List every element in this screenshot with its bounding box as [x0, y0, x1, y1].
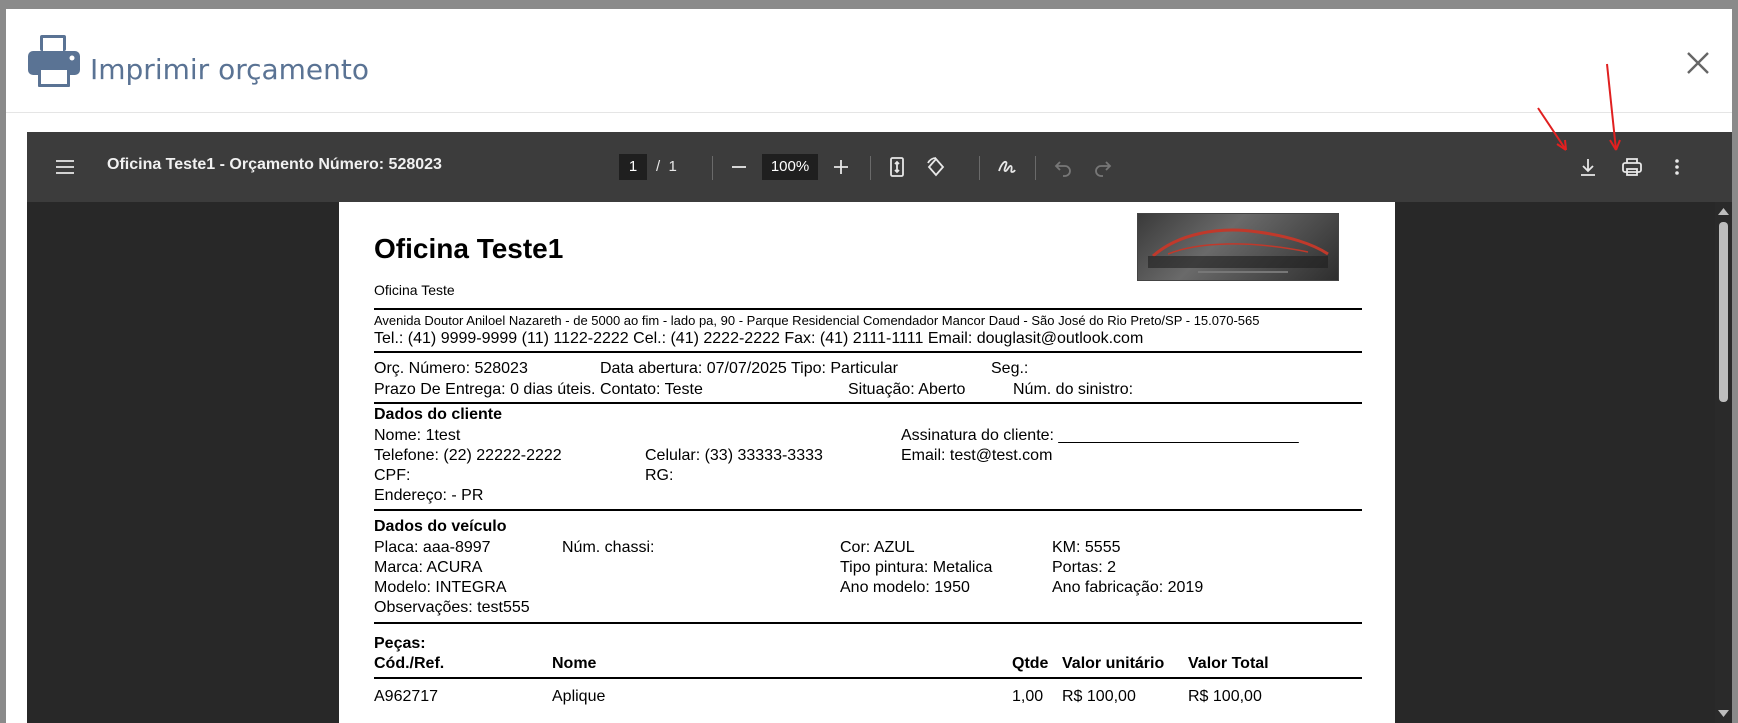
cliente-rg: RG: — [645, 467, 674, 484]
page-count: / 1 — [656, 158, 677, 175]
menu-icon[interactable] — [53, 155, 77, 179]
annotation-arrow-print — [1606, 63, 1621, 151]
redo-icon[interactable] — [1091, 155, 1115, 179]
document-title: Oficina Teste1 - Orçamento Número: 52802… — [107, 156, 442, 173]
cell-nome: Aplique — [552, 688, 606, 705]
toolbar-divider — [712, 156, 713, 180]
col-header-qtde: Qtde — [1012, 655, 1049, 672]
contato: Contato: Teste — [600, 381, 703, 398]
divider — [374, 402, 1362, 404]
cell-cod: A962717 — [374, 688, 439, 705]
veiculo-km: KM: 5555 — [1052, 539, 1121, 556]
cell-valor-total: R$ 100,00 — [1188, 688, 1262, 705]
veiculo-placa: Placa: aaa-8997 — [374, 539, 491, 556]
seguradora: Seg.: — [991, 360, 1029, 377]
cell-qtde: 1,00 — [1012, 688, 1044, 705]
veiculo-cor: Cor: AZUL — [840, 539, 915, 556]
data-abertura: Data abertura: 07/07/2025 Tipo: Particul… — [600, 360, 898, 377]
print-icon[interactable] — [1620, 155, 1644, 179]
divider — [374, 677, 1362, 679]
page-number-input[interactable]: 1 — [619, 154, 647, 180]
company-name: Oficina Teste1 — [374, 233, 564, 264]
prazo-entrega: Prazo De Entrega: 0 dias úteis. — [374, 381, 596, 398]
veiculo-heading: Dados do veículo — [374, 518, 507, 535]
print-modal: Imprimir orçamento Oficina Teste1 - Orça… — [6, 9, 1732, 723]
veiculo-observacoes: Observações: test555 — [374, 599, 530, 616]
veiculo-portas: Portas: 2 — [1052, 559, 1117, 576]
company-logo — [1137, 213, 1339, 281]
divider — [374, 622, 1362, 624]
zoom-input[interactable]: 100% — [762, 154, 818, 180]
cliente-endereco: Endereço: - PR — [374, 487, 484, 504]
close-icon[interactable] — [1682, 47, 1714, 79]
toolbar-divider — [979, 156, 980, 180]
divider — [374, 351, 1362, 353]
more-options-icon[interactable] — [1665, 155, 1689, 179]
numero-sinistro: Núm. do sinistro: — [1013, 381, 1134, 398]
cliente-heading: Dados do cliente — [374, 406, 503, 423]
veiculo-marca: Marca: ACURA — [374, 559, 483, 576]
company-phones: Tel.: (41) 9999-9999 (11) 1122-2222 Cel.… — [374, 330, 1144, 347]
veiculo-modelo: Modelo: INTEGRA — [374, 579, 507, 596]
zoom-out-icon[interactable] — [727, 155, 751, 179]
veiculo-ano-fabricacao: Ano fabricação: 2019 — [1052, 579, 1204, 596]
cliente-cpf: CPF: — [374, 467, 411, 484]
veiculo-ano-modelo: Ano modelo: 1950 — [840, 579, 970, 596]
cliente-nome: Nome: 1test — [374, 427, 461, 444]
fit-page-icon[interactable] — [885, 155, 909, 179]
modal-title: Imprimir orçamento — [90, 53, 370, 86]
toolbar-divider — [870, 156, 871, 180]
situacao: Situação: Aberto — [848, 381, 966, 398]
scroll-up-icon[interactable] — [1717, 206, 1730, 216]
col-header-valor-total: Valor Total — [1188, 655, 1269, 672]
col-header-valor-unitario: Valor unitário — [1062, 655, 1165, 672]
cell-valor-unitario: R$ 100,00 — [1062, 688, 1136, 705]
annotate-icon[interactable] — [995, 155, 1019, 179]
veiculo-tipo-pintura: Tipo pintura: Metalica — [840, 559, 993, 576]
car-logo-icon — [1148, 228, 1329, 273]
rotate-icon[interactable] — [924, 155, 948, 179]
pdf-viewer: Oficina Teste1 - Orçamento Número: 52802… — [27, 132, 1732, 723]
undo-icon[interactable] — [1051, 155, 1075, 179]
scrollbar-thumb[interactable] — [1719, 222, 1728, 402]
printer-icon — [28, 35, 80, 87]
vertical-scrollbar[interactable] — [1715, 202, 1732, 723]
pdf-page: Oficina Teste1 Oficina Teste Avenida Dou… — [339, 202, 1395, 723]
pecas-heading: Peças: — [374, 635, 426, 652]
veiculo-chassi: Núm. chassi: — [562, 539, 655, 556]
pdf-toolbar: Oficina Teste1 - Orçamento Número: 52802… — [27, 132, 1732, 202]
scroll-down-icon[interactable] — [1717, 709, 1730, 719]
company-subtitle: Oficina Teste — [374, 282, 455, 298]
zoom-in-icon[interactable] — [829, 155, 853, 179]
assinatura-cliente: Assinatura do cliente: _________________… — [901, 427, 1299, 444]
col-header-cod: Cód./Ref. — [374, 655, 445, 672]
orcamento-numero: Orç. Número: 528023 — [374, 360, 528, 377]
cliente-email: Email: test@test.com — [901, 447, 1053, 464]
cliente-celular: Celular: (33) 33333-3333 — [645, 447, 823, 464]
modal-header: Imprimir orçamento — [6, 9, 1732, 113]
divider — [374, 308, 1362, 310]
col-header-nome: Nome — [552, 655, 597, 672]
cliente-telefone: Telefone: (22) 22222-2222 — [374, 447, 562, 464]
toolbar-divider — [1035, 156, 1036, 180]
divider — [374, 509, 1362, 511]
company-address: Avenida Doutor Aniloel Nazareth - de 500… — [374, 313, 1260, 328]
